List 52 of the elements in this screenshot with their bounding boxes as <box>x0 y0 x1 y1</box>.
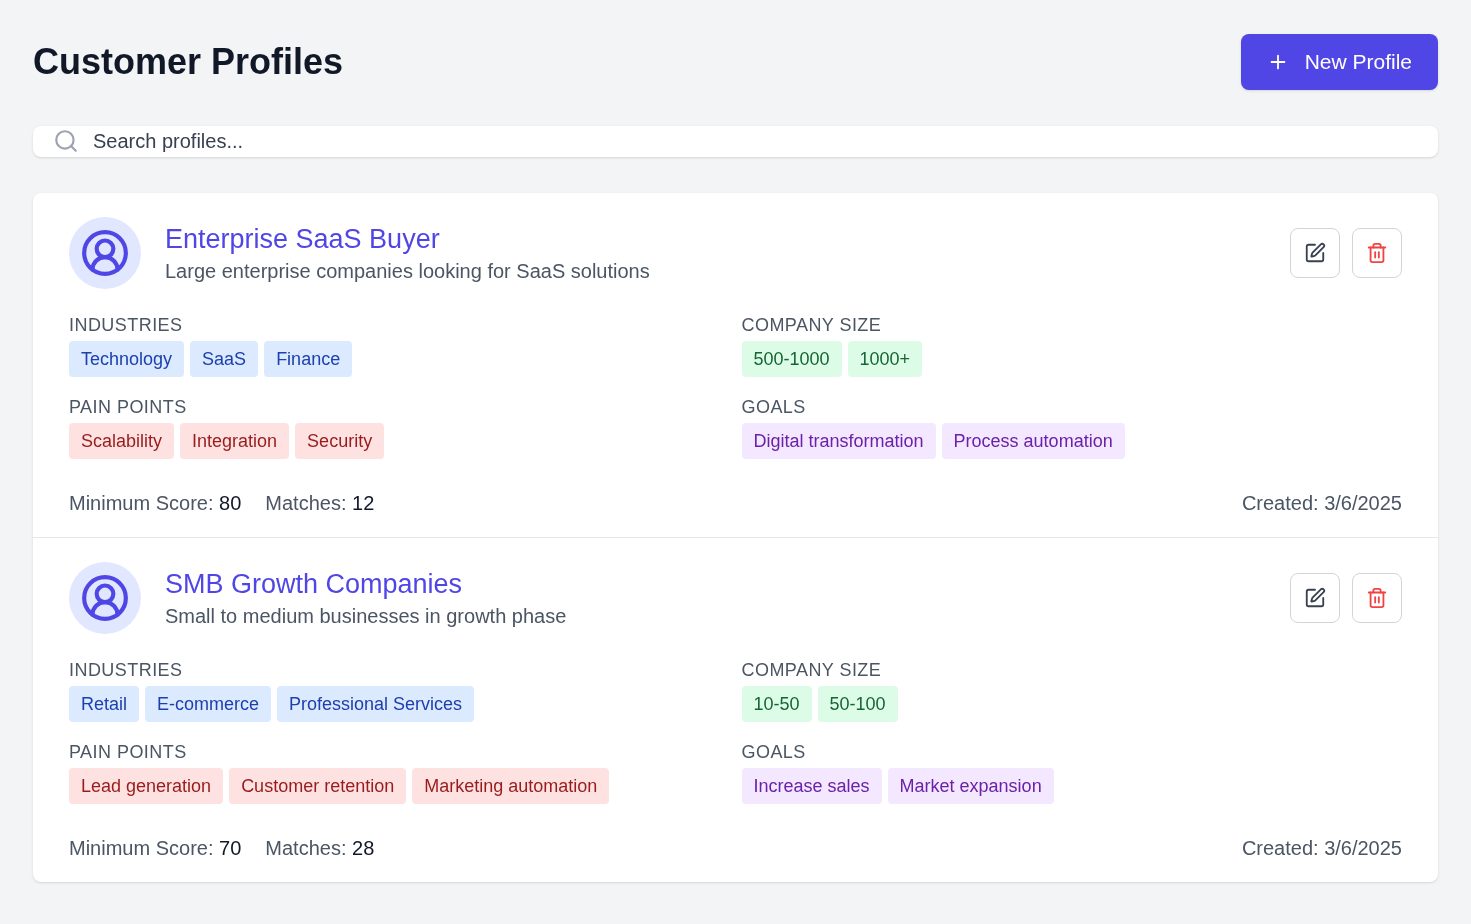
user-icon <box>80 228 130 278</box>
tag: Finance <box>264 341 353 377</box>
minimum-score: Minimum Score: 80 <box>69 491 242 516</box>
tag: Marketing automation <box>412 768 610 804</box>
section-label: INDUSTRIES <box>69 659 184 682</box>
tag: 1000+ <box>847 341 923 377</box>
section-label: COMPANY SIZE <box>741 314 883 337</box>
delete-icon <box>1366 242 1388 264</box>
page-title: Customer Profiles <box>33 40 344 84</box>
profile-description: Small to medium businesses in growth phase <box>165 604 568 629</box>
minimum-score: Minimum Score: 70 <box>69 836 242 861</box>
tag: Digital transformation <box>741 423 936 459</box>
created-date: Created: 3/6/2025 <box>1241 836 1402 861</box>
matches-count: Matches: 12 <box>265 491 375 516</box>
tag: Integration <box>180 423 290 459</box>
edit-icon <box>1304 587 1326 609</box>
delete-icon <box>1366 587 1388 609</box>
section-label: PAIN POINTS <box>69 396 188 419</box>
search-field[interactable]: Search profiles... <box>33 126 1438 157</box>
delete-button[interactable] <box>1352 228 1402 278</box>
tag: Market expansion <box>887 768 1054 804</box>
profile-title[interactable]: SMB Growth Companies <box>165 566 1290 602</box>
section-label: COMPANY SIZE <box>741 659 883 682</box>
tag: 500-1000 <box>741 341 842 377</box>
tag: E-commerce <box>145 686 272 722</box>
tag: Professional Services <box>277 686 475 722</box>
user-icon <box>80 573 130 623</box>
matches-count: Matches: 28 <box>265 836 375 861</box>
profile-description: Large enterprise companies looking for SaaS solutions <box>165 259 651 284</box>
tag: Retail <box>69 686 140 722</box>
tag: Scalability <box>69 423 175 459</box>
tag: Process automation <box>941 423 1125 459</box>
section-label: PAIN POINTS <box>69 741 188 764</box>
section-label: GOALS <box>741 741 807 764</box>
search-icon <box>53 128 79 154</box>
edit-icon <box>1304 242 1326 264</box>
tag: Increase sales <box>741 768 882 804</box>
tag: 50-100 <box>817 686 898 722</box>
tag: Technology <box>69 341 185 377</box>
delete-button[interactable] <box>1352 573 1402 623</box>
profile-title[interactable]: Enterprise SaaS Buyer <box>165 221 1290 257</box>
edit-button[interactable] <box>1290 228 1340 278</box>
edit-button[interactable] <box>1290 573 1340 623</box>
created-date: Created: 3/6/2025 <box>1241 491 1402 516</box>
tag: Security <box>295 423 385 459</box>
section-label: INDUSTRIES <box>69 314 184 337</box>
section-label: GOALS <box>741 396 807 419</box>
tag: SaaS <box>190 341 259 377</box>
tag: 10-50 <box>741 686 812 722</box>
new-profile-button[interactable]: New Profile <box>1240 34 1438 90</box>
tag: Customer retention <box>229 768 407 804</box>
tag: Lead generation <box>69 768 224 804</box>
